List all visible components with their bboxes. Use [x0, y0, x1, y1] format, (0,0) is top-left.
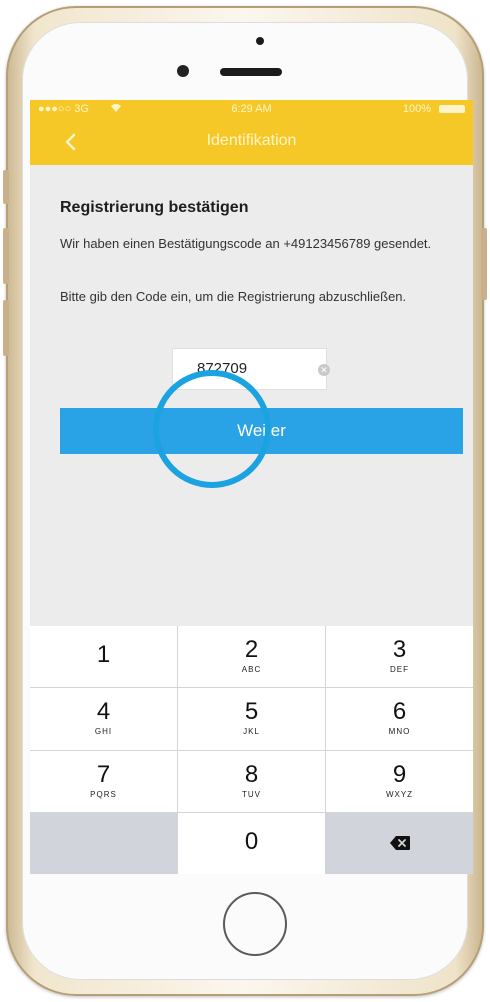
- key-letters: WXYZ: [385, 789, 414, 799]
- key-blank: [30, 812, 177, 874]
- battery-percent: 100%: [402, 103, 431, 115]
- front-camera: [177, 65, 189, 77]
- page-heading: Registrierung bestätigen: [60, 199, 249, 216]
- volume-up-button: [3, 228, 9, 284]
- key-4[interactable]: 4 GHI: [30, 688, 177, 750]
- key-0[interactable]: 0: [178, 812, 325, 874]
- key-5[interactable]: 5 JKL: [178, 688, 325, 750]
- key-letters: GHI: [94, 727, 113, 737]
- key-digit: 8: [244, 760, 259, 788]
- instruction-text: Bitte gib den Code ein, um die Registrie…: [60, 289, 407, 304]
- numeric-keypad: 1 2 ABC 3 DEF 4 GHI 5 JKL 6 MNO 7 PQRS 8…: [30, 626, 473, 874]
- navigation-bar: Identifikation: [30, 119, 473, 165]
- code-sent-text: Wir haben einen Bestätigungscode an +491…: [60, 236, 432, 251]
- phone-screen: ●●●○○ 3G 6:29 AM 100% Identifikation Reg…: [30, 100, 473, 874]
- power-button: [481, 228, 487, 300]
- nav-title: Identifikation: [206, 132, 297, 149]
- key-letters: JKL: [243, 727, 260, 737]
- key-digit: 1: [96, 641, 111, 668]
- key-digit: 5: [244, 698, 259, 726]
- key-letters: MNO: [388, 727, 411, 737]
- key-digit: 7: [96, 760, 111, 788]
- volume-down-button: [3, 300, 9, 356]
- backspace-icon: [389, 835, 411, 851]
- proximity-sensor: [256, 37, 264, 45]
- earpiece-speaker: [220, 68, 282, 76]
- battery-icon: [439, 105, 465, 113]
- key-6[interactable]: 6 MNO: [326, 688, 473, 750]
- key-digit: 6: [392, 698, 407, 726]
- key-letters: ABC: [241, 665, 262, 674]
- verification-code-input[interactable]: 872709: [172, 348, 327, 390]
- mute-switch: [3, 170, 9, 204]
- key-9[interactable]: 9 WXYZ: [326, 750, 473, 812]
- key-digit: 4: [96, 698, 111, 726]
- key-7[interactable]: 7 PQRS: [30, 750, 177, 812]
- clear-input-icon[interactable]: ✕: [318, 364, 330, 376]
- delete-key[interactable]: [326, 812, 473, 874]
- key-3[interactable]: 3 DEF: [326, 626, 473, 688]
- key-letters: DEF: [390, 665, 409, 674]
- key-digit: 0: [244, 827, 259, 855]
- status-bar: ●●●○○ 3G 6:29 AM 100%: [30, 100, 473, 119]
- key-digit: 2: [244, 636, 259, 663]
- key-2[interactable]: 2 ABC: [178, 626, 325, 688]
- key-letters: PQRS: [90, 789, 117, 799]
- key-1[interactable]: 1: [30, 626, 177, 688]
- home-button[interactable]: [223, 892, 287, 956]
- key-digit: 3: [392, 636, 407, 663]
- key-letters: TUV: [242, 789, 261, 799]
- key-digit: 9: [392, 760, 407, 788]
- continue-button[interactable]: Weiter: [60, 408, 463, 454]
- key-8[interactable]: 8 TUV: [178, 750, 325, 812]
